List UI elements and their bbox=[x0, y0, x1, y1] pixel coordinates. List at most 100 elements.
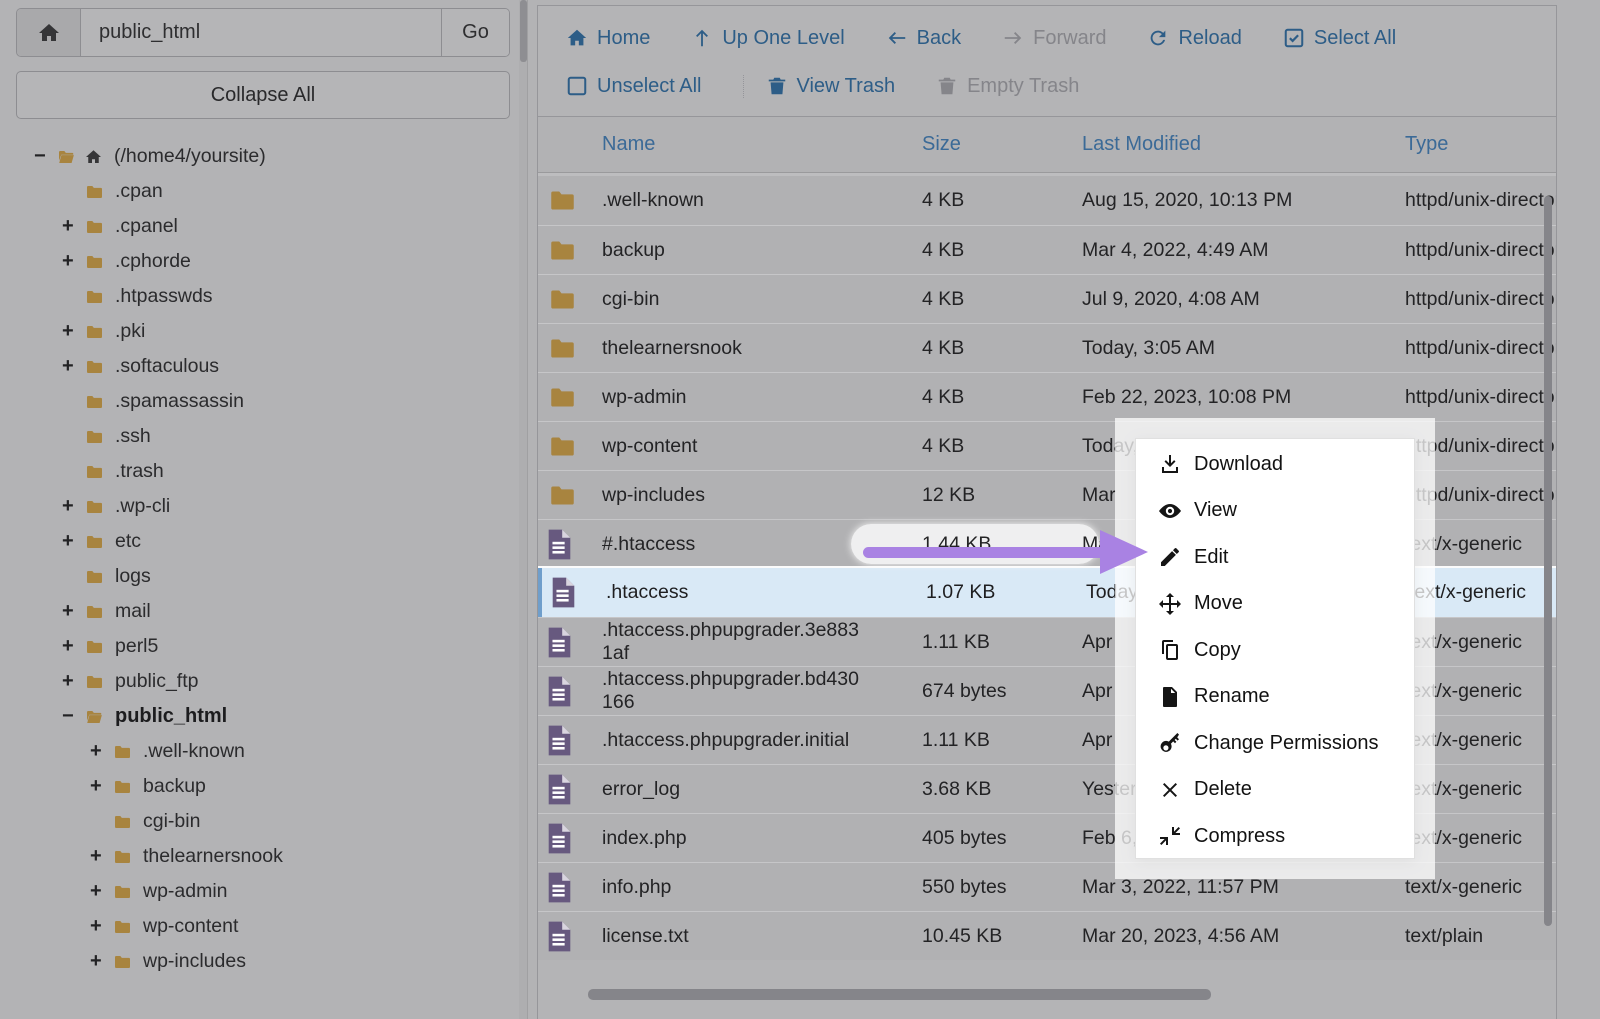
tree-toggle[interactable]: + bbox=[90, 950, 112, 973]
table-row-backup[interactable]: backup4 KBMar 4, 2022, 4:49 AMhttpd/unix… bbox=[538, 225, 1556, 274]
tree-item-public_ftp[interactable]: +public_ftp bbox=[16, 664, 510, 699]
toolbar-button-select-all[interactable]: Select All bbox=[1283, 27, 1396, 50]
move-icon bbox=[1158, 592, 1182, 616]
table-row-info.php[interactable]: info.php550 bytesMar 3, 2022, 11:57 PMte… bbox=[538, 862, 1556, 911]
file-name: wp-content bbox=[602, 435, 922, 458]
tree-item-ssh[interactable]: .ssh bbox=[16, 419, 510, 454]
folder-icon bbox=[84, 638, 105, 656]
tree-item-trash[interactable]: .trash bbox=[16, 454, 510, 489]
toolbar-button-unselect-all[interactable]: Unselect All bbox=[566, 75, 702, 98]
menu-item-view[interactable]: View bbox=[1136, 488, 1414, 535]
tree-toggle[interactable]: + bbox=[62, 670, 84, 693]
menu-item-edit[interactable]: Edit bbox=[1136, 534, 1414, 581]
menu-item-rename[interactable]: Rename bbox=[1136, 674, 1414, 721]
tree-item-perl5[interactable]: +perl5 bbox=[16, 629, 510, 664]
tree-toggle[interactable]: + bbox=[62, 250, 84, 273]
table-row-license.txt[interactable]: license.txt10.45 KBMar 20, 2023, 4:56 AM… bbox=[538, 911, 1556, 960]
menu-item-label: View bbox=[1194, 499, 1237, 522]
menu-item-label: Move bbox=[1194, 592, 1243, 615]
tree-toggle[interactable]: + bbox=[90, 740, 112, 763]
tree-item-home4yoursite[interactable]: −(/home4/yoursite) bbox=[16, 139, 510, 174]
path-input[interactable] bbox=[81, 9, 441, 56]
tree-item-well-known[interactable]: +.well-known bbox=[16, 734, 510, 769]
tree-toggle[interactable]: + bbox=[62, 215, 84, 238]
tree-item-cphorde[interactable]: +.cphorde bbox=[16, 244, 510, 279]
annotation-arrow-head bbox=[1100, 530, 1148, 574]
file-last-modified: Feb 22, 2023, 10:08 PM bbox=[1082, 386, 1405, 409]
folder-icon bbox=[546, 335, 579, 362]
file-type: text/plain bbox=[1405, 925, 1556, 948]
tree-item-htpasswds[interactable]: .htpasswds bbox=[16, 279, 510, 314]
tree-item-softaculous[interactable]: + .softaculous bbox=[16, 349, 510, 384]
tree-item-pki[interactable]: +.pki bbox=[16, 314, 510, 349]
tree-toggle[interactable]: − bbox=[34, 145, 56, 168]
file-name: .htaccess.phpupgrader.3e8831af bbox=[602, 619, 922, 665]
tree-item-cgi-bin[interactable]: cgi-bin bbox=[16, 804, 510, 839]
file-type: httpd/unix-directory bbox=[1405, 484, 1557, 507]
go-button[interactable]: Go bbox=[441, 9, 509, 56]
horizontal-scrollbar-thumb[interactable] bbox=[588, 989, 1211, 1000]
tree-item-label: .softaculous bbox=[115, 355, 219, 378]
toolbar-button-home[interactable]: Home bbox=[566, 27, 650, 50]
column-header-last-modified[interactable]: Last Modified bbox=[1082, 133, 1405, 156]
tree-item-thelearnersnook[interactable]: +thelearnersnook bbox=[16, 839, 510, 874]
tree-toggle[interactable]: + bbox=[90, 845, 112, 868]
table-row-thelearnersnook[interactable]: thelearnersnook4 KBToday, 3:05 AMhttpd/u… bbox=[538, 323, 1556, 372]
folder-icon bbox=[84, 253, 105, 271]
tree-item-logs[interactable]: logs bbox=[16, 559, 510, 594]
toolbar-button-up-one-level[interactable]: Up One Level bbox=[691, 27, 844, 50]
home-button[interactable] bbox=[17, 9, 81, 56]
checkbox-empty-icon bbox=[566, 75, 588, 97]
tree-item-etc[interactable]: +etc bbox=[16, 524, 510, 559]
tree-toggle[interactable]: + bbox=[62, 600, 84, 623]
column-header-size[interactable]: Size bbox=[922, 133, 1082, 156]
menu-item-copy[interactable]: Copy bbox=[1136, 627, 1414, 674]
tree-item-wp-content[interactable]: +wp-content bbox=[16, 909, 510, 944]
menu-item-download[interactable]: Download bbox=[1136, 441, 1414, 488]
toolbar-button-view-trash[interactable]: View Trash bbox=[743, 75, 896, 98]
tree-toggle[interactable]: + bbox=[90, 915, 112, 938]
tree-toggle[interactable]: + bbox=[62, 495, 84, 518]
x-icon bbox=[1158, 778, 1182, 802]
trash-icon bbox=[936, 75, 958, 97]
tree-toggle[interactable]: + bbox=[62, 635, 84, 658]
tree-item-backup[interactable]: +backup bbox=[16, 769, 510, 804]
menu-item-change-permissions[interactable]: Change Permissions bbox=[1136, 720, 1414, 767]
folder-icon bbox=[546, 237, 579, 264]
tree-toggle[interactable]: + bbox=[90, 880, 112, 903]
table-row-.well-known[interactable]: .well-known4 KBAug 15, 2020, 10:13 PMhtt… bbox=[538, 176, 1556, 225]
file-size: 4 KB bbox=[922, 288, 1082, 311]
file-size: 4 KB bbox=[922, 189, 1082, 212]
tree-toggle[interactable]: + bbox=[90, 775, 112, 798]
column-header-name[interactable]: Name bbox=[602, 133, 922, 156]
menu-item-delete[interactable]: Delete bbox=[1136, 767, 1414, 814]
tree-item-wp-includes[interactable]: +wp-includes bbox=[16, 944, 510, 979]
toolbar-button-reload[interactable]: Reload bbox=[1147, 27, 1241, 50]
tree-item-spamassassin[interactable]: .spamassassin bbox=[16, 384, 510, 419]
tree-toggle[interactable]: + bbox=[62, 320, 84, 343]
tree-item-public_html[interactable]: −public_html bbox=[16, 699, 510, 734]
sidebar-scrollbar[interactable] bbox=[519, 0, 528, 1019]
collapse-all-button[interactable]: Collapse All bbox=[16, 71, 510, 119]
tree-item-mail[interactable]: +mail bbox=[16, 594, 510, 629]
tree-item-wp-admin[interactable]: +wp-admin bbox=[16, 874, 510, 909]
file-icon bbox=[546, 920, 573, 953]
tree-item-label: logs bbox=[115, 565, 151, 588]
tree-toggle[interactable]: − bbox=[62, 705, 84, 728]
table-row-cgi-bin[interactable]: cgi-bin4 KBJul 9, 2020, 4:08 AMhttpd/uni… bbox=[538, 274, 1556, 323]
column-header-type[interactable]: Type bbox=[1405, 133, 1556, 156]
toolbar-button-back[interactable]: Back bbox=[886, 27, 961, 50]
tree-item-wp-cli[interactable]: +.wp-cli bbox=[16, 489, 510, 524]
sidebar-scrollbar-thumb[interactable] bbox=[520, 0, 527, 62]
file-type-icon-cell bbox=[546, 675, 602, 708]
tree-toggle[interactable]: + bbox=[62, 355, 84, 378]
table-row-wp-admin[interactable]: wp-admin4 KBFeb 22, 2023, 10:08 PMhttpd/… bbox=[538, 372, 1556, 421]
menu-item-compress[interactable]: Compress bbox=[1136, 813, 1414, 860]
file-type-icon-cell bbox=[546, 286, 602, 313]
menu-item-move[interactable]: Move bbox=[1136, 581, 1414, 628]
tree-item-cpan[interactable]: .cpan bbox=[16, 174, 510, 209]
tree-item-cpanel[interactable]: +.cpanel bbox=[16, 209, 510, 244]
file-icon bbox=[546, 675, 573, 708]
vertical-scrollbar-thumb[interactable] bbox=[1544, 196, 1552, 926]
tree-toggle[interactable]: + bbox=[62, 530, 84, 553]
